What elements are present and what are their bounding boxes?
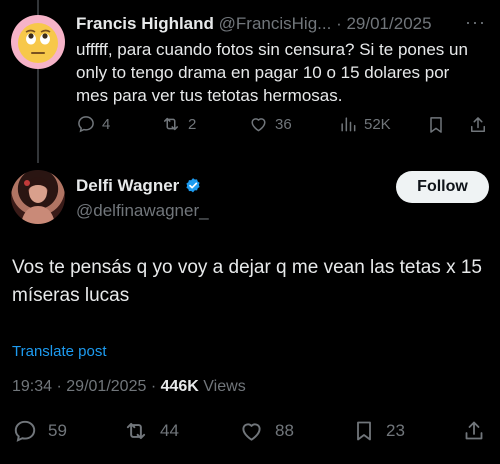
bookmark-count: 23 <box>386 421 405 440</box>
separator-dot: · <box>336 14 342 33</box>
bookmark-button[interactable]: 23 <box>352 418 405 444</box>
repost-icon <box>164 117 178 131</box>
share-icon <box>471 117 485 132</box>
post-text: Vos te pensás q yo voy a dejar q me vean… <box>12 257 482 306</box>
follow-button[interactable]: Follow <box>396 171 489 203</box>
reply-like-button[interactable]: 36 <box>248 114 292 134</box>
bookmark-icon <box>357 421 371 441</box>
eye-roll-emoji-icon <box>18 23 58 63</box>
comment-icon <box>78 116 94 133</box>
reply-like-count: 36 <box>275 115 292 133</box>
post-action-bar: 59 44 88 23 <box>12 418 488 446</box>
post-meta: 19:34 · 29/01/2025 · 446K Views <box>12 378 246 396</box>
more-options-icon[interactable]: ··· <box>465 12 486 33</box>
like-count: 88 <box>275 421 294 440</box>
translate-post-link[interactable]: Translate post <box>12 343 107 360</box>
repost-button[interactable]: 44 <box>122 418 179 444</box>
post-time[interactable]: 19:34 <box>12 378 52 395</box>
reply-date[interactable]: 29/01/2025 <box>346 14 431 33</box>
reply-reply-count: 4 <box>102 115 111 133</box>
avatar[interactable] <box>11 170 65 224</box>
main-tweet: Delfi Wagner @delfinawagner_ Follow Vos … <box>0 163 500 464</box>
separator-dot: · <box>56 378 62 395</box>
reply-author-handle[interactable]: @FrancisHig... <box>219 14 332 33</box>
post-date[interactable]: 29/01/2025 <box>66 378 146 395</box>
reply-reply-button[interactable]: 4 <box>76 114 110 134</box>
separator-dot: · <box>150 378 157 395</box>
reply-text: ufffff, para cuando fotos sin censura? S… <box>76 40 468 105</box>
reply-count: 59 <box>48 421 67 440</box>
reply-action-bar: 4 2 36 52K <box>76 114 488 138</box>
comment-icon <box>14 420 36 442</box>
author-handle[interactable]: @delfinawagner_ <box>76 201 209 221</box>
heart-icon <box>251 118 266 132</box>
reply-button[interactable]: 59 <box>12 418 67 444</box>
reply-repost-button[interactable]: 2 <box>160 114 196 134</box>
views-count: 446K <box>160 378 199 395</box>
reply-header: Francis Highland @FrancisHig... · 29/01/… <box>76 14 432 34</box>
reply-tweet[interactable]: Francis Highland @FrancisHig... · 29/01/… <box>0 0 500 163</box>
author-name[interactable]: Delfi Wagner <box>76 176 202 196</box>
like-button[interactable]: 88 <box>238 418 294 444</box>
profile-photo <box>21 177 55 224</box>
reply-bookmark-button[interactable] <box>426 114 446 136</box>
reply-views-count: 52K <box>364 115 391 133</box>
share-button[interactable] <box>462 418 486 444</box>
verified-badge-icon[interactable] <box>184 177 202 195</box>
reply-share-button[interactable] <box>468 114 488 136</box>
reply-views-button[interactable]: 52K <box>338 114 391 134</box>
bookmark-icon <box>430 117 442 133</box>
reply-author-name[interactable]: Francis Highland <box>76 14 214 33</box>
repost-icon <box>126 422 146 440</box>
bar-chart-icon <box>341 117 356 132</box>
heart-icon <box>242 423 261 441</box>
author-name-text: Delfi Wagner <box>76 176 180 195</box>
share-icon <box>465 421 483 440</box>
avatar[interactable] <box>11 15 65 69</box>
reply-repost-count: 2 <box>188 115 197 133</box>
repost-count: 44 <box>160 421 179 440</box>
views-label: Views <box>203 378 246 395</box>
